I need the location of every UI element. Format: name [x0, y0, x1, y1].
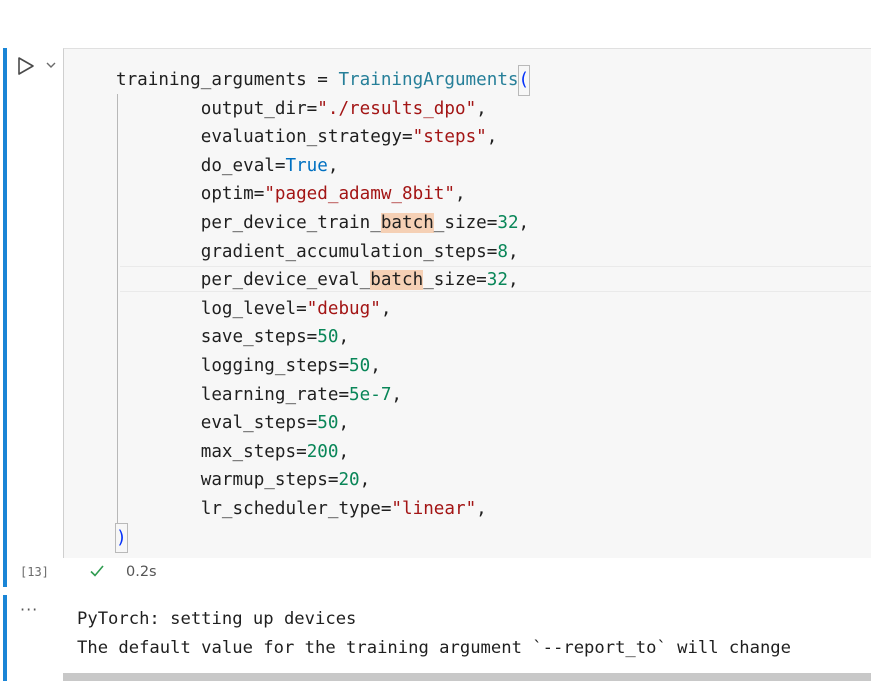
code-token: warmup_steps=	[200, 470, 339, 491]
code-token: _size=	[423, 270, 487, 291]
code-token: True	[285, 155, 328, 176]
code-token: ,	[454, 184, 466, 205]
code-line: log_level="debug",	[116, 295, 529, 324]
output-line: The default value for the training argum…	[77, 638, 791, 658]
code-token: ,	[476, 498, 487, 519]
code-line: do_eval=True,	[116, 152, 529, 181]
code-token: ,	[476, 98, 487, 119]
code-token: ,	[338, 441, 350, 462]
code-token: ,	[338, 327, 350, 348]
code-token: 32	[486, 270, 508, 291]
code-line: max_steps=200,	[116, 438, 529, 467]
code-token: ,	[507, 270, 519, 291]
chevron-down-icon[interactable]	[44, 58, 58, 72]
output-horizontal-scrollbar[interactable]	[63, 673, 871, 681]
code-token: ,	[370, 355, 381, 376]
code-lines[interactable]: training_arguments = TrainingArguments( …	[115, 65, 531, 554]
code-line: learning_rate=5e-7,	[116, 381, 529, 410]
code-token: 5e-7	[349, 384, 392, 405]
check-icon	[90, 565, 104, 577]
code-line: evaluation_strategy="steps",	[116, 123, 529, 152]
code-line: save_steps=50,	[116, 323, 529, 352]
code-token: 20	[338, 470, 360, 491]
code-token: 32	[497, 212, 519, 233]
code-token: optim=	[200, 184, 265, 205]
code-line: training_arguments = TrainingArguments(	[116, 65, 531, 96]
code-line: )	[115, 522, 529, 554]
code-line: per_device_train_batch_size=32,	[116, 209, 529, 238]
code-token: ,	[518, 212, 530, 233]
code-token: ,	[486, 127, 498, 148]
code-token: learning_rate=	[200, 384, 350, 405]
execution-time: 0.2s	[126, 564, 157, 580]
code-token: ,	[327, 155, 339, 176]
code-token: 50	[317, 327, 339, 348]
code-token: "./results_dpo"	[317, 98, 477, 119]
code-token: TrainingArguments	[338, 70, 519, 90]
output-focus-indicator	[3, 595, 7, 681]
code-token: "steps"	[412, 127, 487, 148]
cell-focus-indicator	[3, 48, 7, 587]
code-token: logging_steps=	[200, 355, 350, 376]
code-token: 200	[306, 441, 339, 462]
code-token: per_device_eval_	[200, 270, 371, 291]
code-token: ,	[359, 470, 371, 491]
code-line: warmup_steps=20,	[116, 466, 529, 495]
execution-count: [13]	[20, 565, 49, 579]
code-line: output_dir="./results_dpo",	[116, 95, 529, 124]
code-line: gradient_accumulation_steps=8,	[116, 238, 529, 267]
code-token: ,	[507, 241, 519, 262]
code-token: eval_steps=	[200, 413, 318, 434]
code-token: log_level=	[200, 298, 307, 319]
code-token: "linear"	[391, 498, 477, 519]
code-token: _size=	[433, 212, 498, 233]
code-token: ,	[380, 298, 392, 319]
code-token: evaluation_strategy=	[200, 127, 413, 148]
output-more-actions-icon[interactable]: ···	[20, 600, 38, 619]
code-token: (	[517, 65, 531, 96]
code-line: logging_steps=50,	[116, 352, 529, 381]
code-token: )	[115, 522, 128, 554]
code-token: training_arguments =	[116, 70, 339, 90]
code-token: gradient_accumulation_steps=	[200, 241, 498, 262]
code-token: 8	[497, 241, 508, 262]
output-line: PyTorch: setting up devices	[77, 609, 357, 629]
code-token: 50	[317, 413, 339, 434]
code-token: save_steps=	[200, 327, 318, 348]
code-token: batch	[370, 270, 424, 291]
code-token: "debug"	[306, 298, 381, 319]
code-token: do_eval=	[200, 155, 286, 176]
output-text: PyTorch: setting up devices The default …	[77, 605, 791, 663]
code-token: batch	[380, 212, 434, 233]
code-line: lr_scheduler_type="linear",	[116, 495, 529, 524]
run-cell-button[interactable]	[16, 56, 36, 76]
code-token: ,	[338, 413, 350, 434]
code-token: max_steps=	[200, 441, 307, 462]
code-token: ,	[391, 384, 403, 405]
code-token: per_device_train_	[200, 212, 381, 233]
code-line: per_device_eval_batch_size=32,	[116, 266, 529, 295]
code-token: "paged_adamw_8bit"	[264, 184, 455, 205]
code-line: eval_steps=50,	[116, 409, 529, 438]
code-line: optim="paged_adamw_8bit",	[116, 180, 529, 209]
code-token: lr_scheduler_type=	[200, 498, 392, 519]
cropped-previous-output	[0, 0, 871, 6]
code-token: output_dir=	[200, 98, 318, 119]
code-token: 50	[349, 355, 371, 376]
